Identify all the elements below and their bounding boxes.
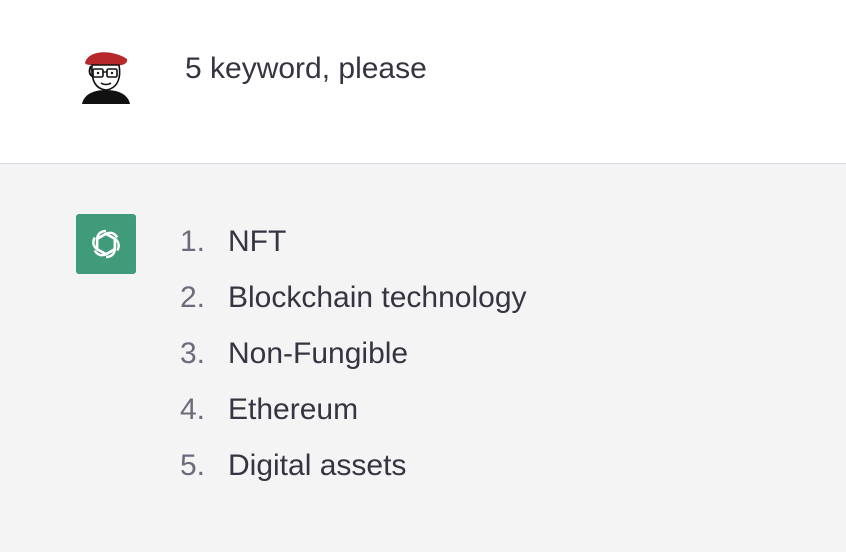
- list-item-number: 5.: [180, 449, 206, 482]
- list-item-number: 3.: [180, 337, 206, 370]
- list-item-text: Non-Fungible: [228, 337, 409, 370]
- list-item-text: Ethereum: [228, 393, 359, 426]
- list-item-number: 2.: [180, 281, 206, 314]
- list-item-text: NFT: [228, 225, 287, 258]
- list-item-number: 4.: [180, 393, 206, 426]
- assistant-message-row: 1. NFT 2. Blockchain technology 3. Non-F…: [0, 164, 846, 552]
- list-item-text: Digital assets: [228, 449, 407, 482]
- openai-logo-icon: [76, 214, 136, 274]
- user-avatar-cartoon-icon: [76, 44, 136, 104]
- user-message-text: 5 keyword, please: [185, 52, 427, 85]
- user-message-row: 5 keyword, please: [0, 0, 846, 164]
- list-item: 5. Digital assets: [180, 446, 527, 502]
- list-item: 4. Ethereum: [180, 390, 527, 446]
- list-item-text: Blockchain technology: [228, 281, 527, 314]
- list-item: 2. Blockchain technology: [180, 278, 527, 334]
- list-item-number: 1.: [180, 225, 206, 258]
- list-item: 1. NFT: [180, 222, 527, 278]
- keyword-list: 1. NFT 2. Blockchain technology 3. Non-F…: [180, 222, 527, 502]
- list-item: 3. Non-Fungible: [180, 334, 527, 390]
